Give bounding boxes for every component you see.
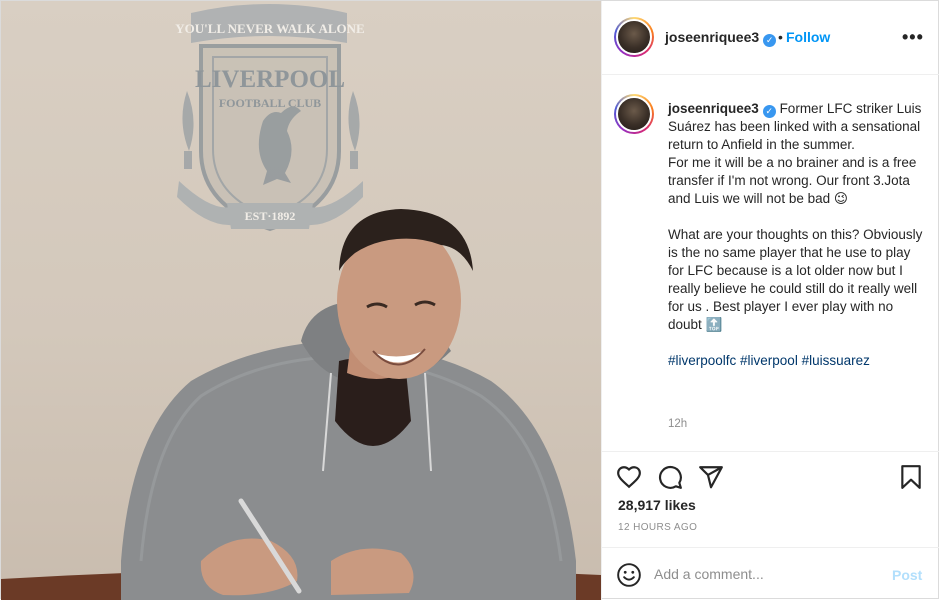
author-username[interactable]: joseenriquee3 ✓ — [665, 29, 777, 47]
caption-hashtags[interactable]: #liverpoolfc #liverpool #luissuarez — [668, 352, 926, 370]
add-comment-input[interactable] — [654, 562, 874, 586]
follow-button[interactable]: Follow — [786, 29, 830, 45]
bookmark-icon[interactable] — [898, 464, 924, 490]
heart-icon[interactable] — [616, 464, 642, 490]
post-caption: joseenriquee3 ✓ Former LFC striker Luis S… — [668, 100, 926, 370]
author-username-text[interactable]: joseenriquee3 — [665, 29, 759, 45]
crest-subtitle: FOOTBALL CLUB — [219, 96, 321, 110]
caption-paragraph-2: For me it will be a no brainer and is a … — [668, 155, 917, 206]
more-options-icon[interactable]: ••• — [902, 27, 924, 48]
caption-verified-badge-icon: ✓ — [762, 105, 776, 118]
post-header: joseenriquee3 ✓ • Follow ••• — [602, 1, 939, 75]
crest-name: LIVERPOOL — [195, 66, 345, 93]
author-avatar[interactable] — [614, 17, 654, 57]
instagram-post: YOU'LL NEVER WALK ALONE LIVERPOOL FOOTBA… — [0, 0, 939, 600]
verified-badge-icon: ✓ — [763, 34, 777, 47]
photo-illustration: YOU'LL NEVER WALK ALONE LIVERPOOL FOOTBA… — [1, 4, 601, 600]
crest-motto: YOU'LL NEVER WALK ALONE — [175, 21, 364, 36]
post-side-panel: joseenriquee3 ✓ • Follow ••• joseenriquee… — [601, 1, 939, 600]
caption-timestamp[interactable]: 12h — [668, 418, 687, 430]
share-icon[interactable] — [698, 464, 724, 490]
emoji-icon[interactable] — [616, 562, 642, 588]
add-comment-bar: Post — [602, 547, 939, 600]
person — [121, 209, 576, 600]
post-age[interactable]: 12 HOURS AGO — [618, 522, 697, 533]
liverpool-crest — [177, 4, 363, 232]
post-photo[interactable]: YOU'LL NEVER WALK ALONE LIVERPOOL FOOTBA… — [1, 1, 601, 600]
post-comment-button[interactable]: Post — [892, 567, 922, 583]
post-actions — [602, 451, 939, 497]
separator-dot: • — [778, 29, 783, 45]
crest-established: EST·1892 — [245, 209, 296, 223]
caption-avatar[interactable] — [614, 94, 654, 134]
comment-icon[interactable] — [657, 464, 683, 490]
caption-username[interactable]: joseenriquee3 — [668, 101, 759, 116]
likes-count[interactable]: 28,917 likes — [618, 497, 696, 513]
caption-paragraph-3: What are your thoughts on this? Obviousl… — [668, 227, 923, 332]
comments-area[interactable]: joseenriquee3 ✓ Former LFC striker Luis S… — [602, 76, 939, 451]
